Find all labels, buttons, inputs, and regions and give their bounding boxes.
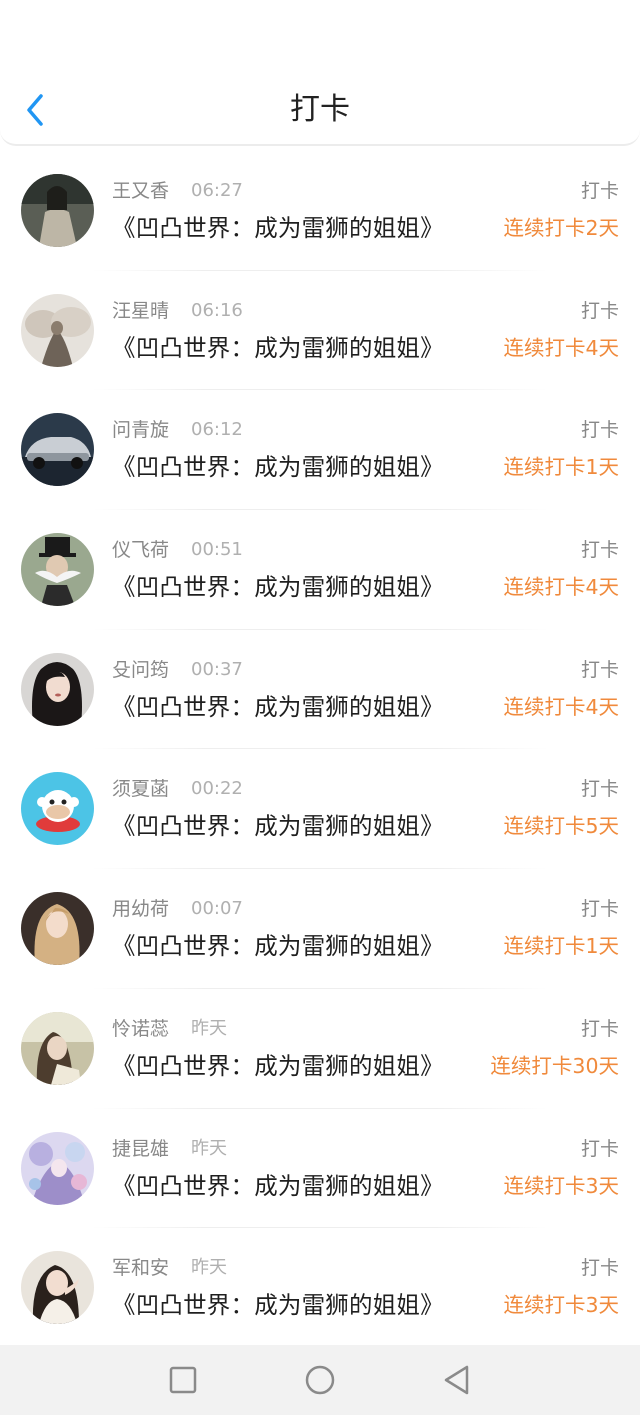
- user-name[interactable]: 须夏菡: [112, 775, 169, 803]
- action-label: 打卡: [580, 180, 619, 202]
- action-label: 打卡: [580, 539, 619, 562]
- action-label: 打卡: [580, 299, 619, 322]
- book-title[interactable]: 《凹凸世界：成为雷狮的姐姐》: [112, 569, 444, 605]
- avatar[interactable]: [21, 413, 94, 487]
- system-navigation-bar: [0, 1345, 640, 1415]
- checkin-time: 00:07: [191, 898, 243, 920]
- checkin-list: 王又香 06:27 《凹凸世界：成为雷狮的姐姐》 打卡 连续打卡2天 汪星晴 0…: [0, 151, 640, 1348]
- home-icon: [305, 1365, 335, 1395]
- book-title[interactable]: 《凹凸世界：成为雷狮的姐姐》: [112, 1168, 444, 1204]
- action-label: 打卡: [580, 778, 619, 801]
- list-item[interactable]: 须夏菡 00:22 《凹凸世界：成为雷狮的姐姐》 打卡 连续打卡5天: [0, 749, 640, 870]
- avatar[interactable]: [21, 1011, 94, 1085]
- checkin-time: 00:37: [191, 658, 243, 680]
- avatar[interactable]: [21, 1131, 94, 1205]
- book-title[interactable]: 《凹凸世界：成为雷狮的姐姐》: [112, 210, 444, 246]
- streak-label: 连续打卡4天: [503, 694, 619, 719]
- streak-label: 连续打卡4天: [503, 575, 619, 600]
- app-header: 打卡: [0, 0, 640, 146]
- user-name[interactable]: 军和安: [112, 1254, 169, 1282]
- recent-apps-icon: [169, 1366, 197, 1394]
- list-item[interactable]: 殳问筠 00:37 《凹凸世界：成为雷狮的姐姐》 打卡 连续打卡4天: [0, 630, 640, 750]
- streak-label: 连续打卡3天: [503, 1173, 619, 1198]
- streak-label: 连续打卡5天: [503, 814, 619, 839]
- list-item[interactable]: 汪星晴 06:16 《凹凸世界：成为雷狮的姐姐》 打卡 连续打卡4天: [0, 271, 640, 391]
- checkin-time: 昨天: [191, 1017, 227, 1039]
- user-name[interactable]: 用幼荷: [112, 895, 169, 923]
- book-title[interactable]: 《凹凸世界：成为雷狮的姐姐》: [112, 928, 444, 964]
- avatar[interactable]: [21, 652, 94, 726]
- action-label: 打卡: [580, 419, 619, 442]
- checkin-time: 00:51: [191, 539, 243, 561]
- streak-label: 连续打卡4天: [503, 335, 619, 360]
- book-title[interactable]: 《凹凸世界：成为雷狮的姐姐》: [112, 689, 444, 725]
- avatar[interactable]: [21, 772, 94, 846]
- avatar[interactable]: [21, 174, 94, 247]
- action-label: 打卡: [580, 1257, 619, 1280]
- system-back-button[interactable]: [440, 1363, 474, 1397]
- streak-label: 连续打卡1天: [503, 934, 619, 959]
- recent-apps-button[interactable]: [166, 1363, 200, 1397]
- back-triangle-icon: [444, 1365, 469, 1395]
- user-name[interactable]: 殳问筠: [112, 656, 169, 684]
- book-title[interactable]: 《凹凸世界：成为雷狮的姐姐》: [112, 449, 444, 485]
- list-item[interactable]: 仪飞荷 00:51 《凹凸世界：成为雷狮的姐姐》 打卡 连续打卡4天: [0, 510, 640, 630]
- streak-label: 连续打卡2天: [503, 216, 619, 240]
- checkin-time: 昨天: [191, 1137, 227, 1159]
- list-item[interactable]: 问青旋 06:12 《凹凸世界：成为雷狮的姐姐》 打卡 连续打卡1天: [0, 390, 640, 511]
- avatar[interactable]: [21, 892, 94, 966]
- streak-label: 连续打卡30天: [490, 1053, 619, 1078]
- book-title[interactable]: 《凹凸世界：成为雷狮的姐姐》: [112, 1287, 444, 1323]
- user-name[interactable]: 捷昆雄: [112, 1135, 169, 1163]
- checkin-time: 06:27: [191, 180, 243, 201]
- avatar[interactable]: [21, 293, 94, 367]
- list-item[interactable]: 怜诺蕊 昨天 《凹凸世界：成为雷狮的姐姐》 打卡 连续打卡30天: [0, 989, 640, 1109]
- streak-label: 连续打卡1天: [503, 455, 619, 480]
- user-name[interactable]: 怜诺蕊: [112, 1015, 169, 1043]
- avatar[interactable]: [21, 533, 94, 607]
- checkin-time: 06:12: [191, 419, 243, 441]
- checkin-time: 昨天: [191, 1257, 227, 1279]
- user-name[interactable]: 问青旋: [112, 416, 169, 444]
- action-label: 打卡: [580, 898, 619, 921]
- checkin-time: 00:22: [191, 778, 243, 800]
- action-label: 打卡: [580, 658, 619, 681]
- user-name[interactable]: 王又香: [112, 177, 169, 205]
- user-name[interactable]: 汪星晴: [112, 297, 169, 325]
- user-name[interactable]: 仪飞荷: [112, 536, 169, 564]
- streak-label: 连续打卡3天: [503, 1293, 619, 1318]
- action-label: 打卡: [580, 1137, 619, 1160]
- action-label: 打卡: [580, 1017, 619, 1040]
- book-title[interactable]: 《凹凸世界：成为雷狮的姐姐》: [112, 330, 444, 366]
- list-item[interactable]: 王又香 06:27 《凹凸世界：成为雷狮的姐姐》 打卡 连续打卡2天: [0, 151, 640, 271]
- home-button[interactable]: [303, 1363, 337, 1397]
- book-title[interactable]: 《凹凸世界：成为雷狮的姐姐》: [112, 808, 444, 844]
- page-title: 打卡: [290, 92, 350, 127]
- book-title[interactable]: 《凹凸世界：成为雷狮的姐姐》: [112, 1048, 444, 1084]
- avatar[interactable]: [21, 1251, 94, 1325]
- list-item[interactable]: 用幼荷 00:07 《凹凸世界：成为雷狮的姐姐》 打卡 连续打卡1天: [0, 869, 640, 989]
- list-item[interactable]: 军和安 昨天 《凹凸世界：成为雷狮的姐姐》 打卡 连续打卡3天: [0, 1228, 640, 1348]
- checkin-time: 06:16: [191, 299, 243, 321]
- list-item[interactable]: 捷昆雄 昨天 《凹凸世界：成为雷狮的姐姐》 打卡 连续打卡3天: [0, 1109, 640, 1229]
